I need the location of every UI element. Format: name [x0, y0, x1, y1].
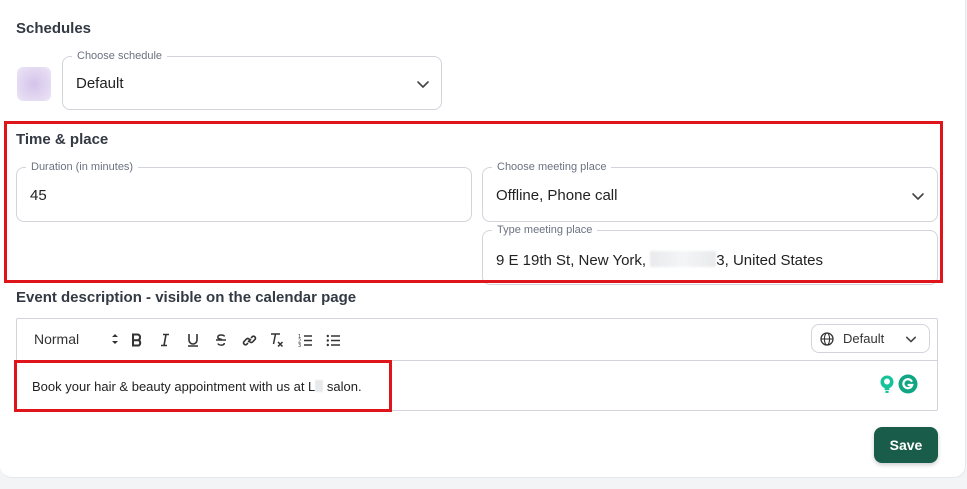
- bullet-list-icon: [326, 334, 340, 346]
- choose-schedule-label: Choose schedule: [72, 49, 168, 63]
- clear-format-button[interactable]: [268, 331, 286, 349]
- strikethrough-button[interactable]: [212, 331, 230, 349]
- language-select[interactable]: Default: [811, 324, 930, 353]
- grammarly-widget[interactable]: [873, 372, 923, 396]
- duration-input[interactable]: Duration (in minutes) 45: [16, 160, 472, 222]
- ordered-list-icon: 123: [298, 334, 312, 348]
- globe-icon: [820, 332, 834, 346]
- meeting-place-value: Offline, Phone call: [496, 187, 618, 204]
- event-settings-card: Schedules Choose schedule Default Time &…: [0, 0, 966, 478]
- italic-button[interactable]: [156, 331, 174, 349]
- redacted-zip: [650, 251, 717, 267]
- time-place-title: Time & place: [16, 131, 109, 148]
- choose-schedule-value: Default: [76, 75, 124, 92]
- updown-icon: [112, 334, 118, 344]
- choose-schedule-select[interactable]: Choose schedule Default: [62, 49, 442, 110]
- link-button[interactable]: [240, 331, 258, 349]
- schedule-color-swatch[interactable]: [17, 67, 51, 101]
- description-text-start: Book your hair & beauty appointment with…: [32, 379, 316, 394]
- language-value: Default: [843, 331, 885, 346]
- address-start: 9 E 19th St, New York,: [496, 252, 651, 269]
- meeting-place-label: Choose meeting place: [492, 160, 612, 174]
- clear-format-icon: [271, 333, 284, 348]
- ordered-list-button[interactable]: 123: [296, 331, 314, 349]
- type-meeting-place-label: Type meeting place: [492, 223, 598, 237]
- editor-toolbar: Normal 123 Default: [17, 319, 937, 361]
- bold-icon: [132, 333, 142, 347]
- meeting-place-select[interactable]: Choose meeting place Offline, Phone call: [482, 160, 938, 222]
- event-description-title: Event description - visible on the calen…: [16, 289, 357, 306]
- underline-icon: [188, 334, 198, 347]
- lightbulb-icon: [880, 375, 894, 393]
- duration-label: Duration (in minutes): [26, 160, 139, 174]
- redacted-name: [315, 380, 324, 392]
- svg-text:3: 3: [298, 343, 301, 348]
- save-button[interactable]: Save: [874, 427, 938, 463]
- format-select[interactable]: Normal: [34, 331, 118, 347]
- strikethrough-icon: [216, 334, 226, 346]
- chevron-down-icon: [912, 193, 924, 200]
- description-editor: Normal 123 Default Book your hair & beau…: [16, 318, 938, 411]
- underline-button[interactable]: [184, 331, 202, 349]
- chevron-down-icon: [417, 81, 429, 88]
- schedules-title: Schedules: [16, 20, 92, 37]
- type-meeting-place-value: 9 E 19th St, New York, 3, United States: [496, 251, 823, 269]
- description-text[interactable]: Book your hair & beauty appointment with…: [32, 379, 362, 394]
- link-icon: [242, 334, 256, 346]
- format-value: Normal: [34, 331, 80, 347]
- bullet-list-button[interactable]: [324, 331, 342, 349]
- chevron-down-icon: [905, 336, 917, 343]
- type-meeting-place-input[interactable]: Type meeting place 9 E 19th St, New York…: [482, 223, 938, 285]
- description-text-end: salon.: [323, 379, 362, 394]
- duration-value: 45: [30, 187, 47, 204]
- address-end: 3, United States: [716, 252, 823, 269]
- grammarly-icon: [898, 374, 918, 394]
- italic-icon: [161, 333, 169, 347]
- bold-button[interactable]: [128, 331, 146, 349]
